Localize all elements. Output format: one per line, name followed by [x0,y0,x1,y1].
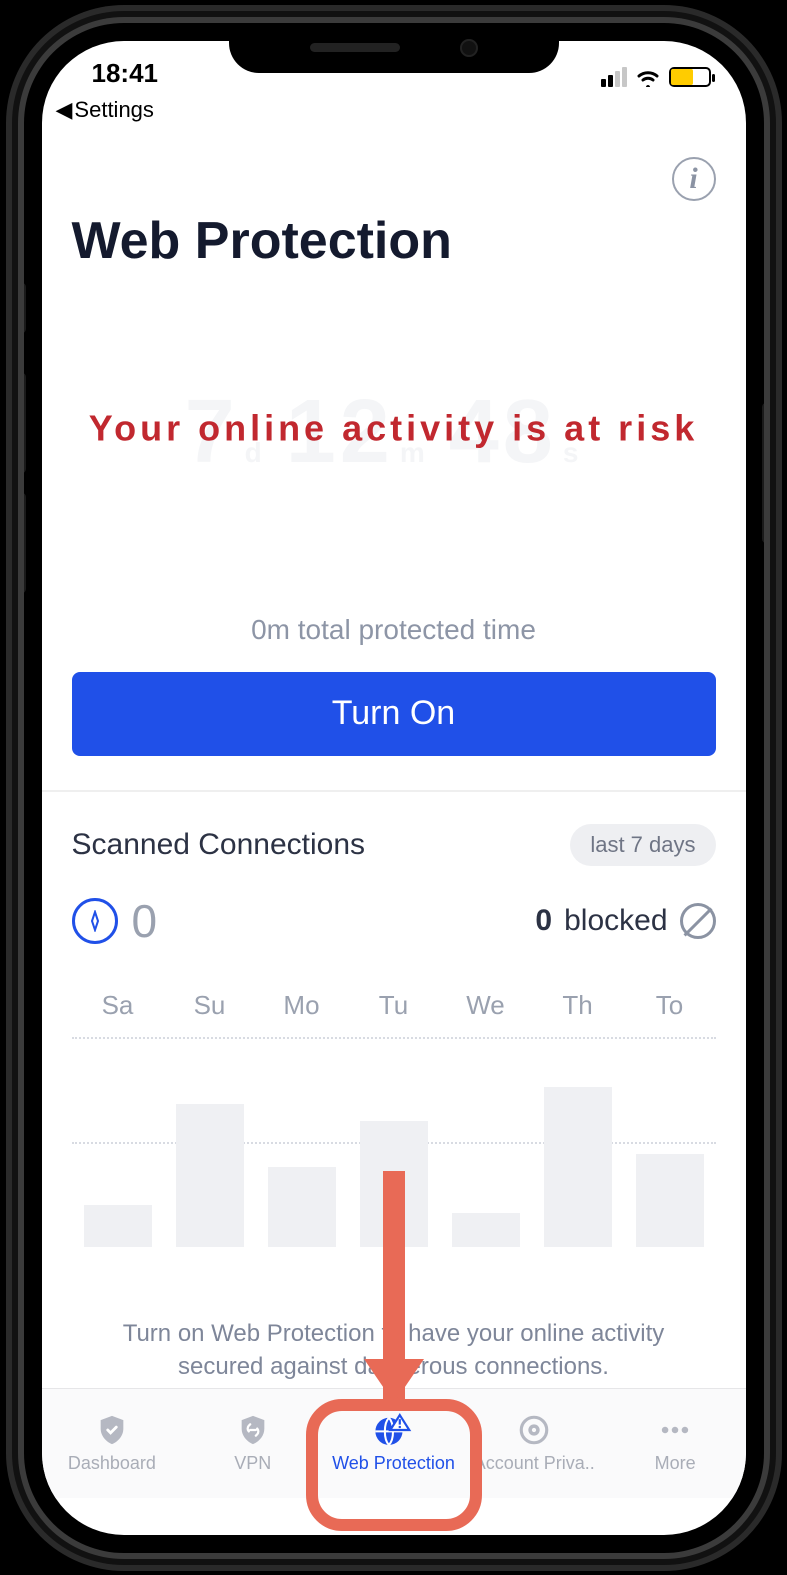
chart-bar [360,1121,428,1247]
battery-icon [669,67,711,87]
chart-day-label: We [440,990,532,1021]
back-label: Settings [74,97,154,123]
chart-bar [268,1167,336,1247]
compass-icon [72,898,118,944]
more-icon [658,1413,692,1447]
background-clock: 7d12m48s Your online activity is at risk [42,381,746,484]
front-camera [460,39,478,57]
scanned-chart: SaSuMoTuWeThTo [42,954,746,1247]
privacy-icon [517,1413,551,1447]
volume-down-button[interactable] [24,493,26,593]
chart-day-label: Mo [256,990,348,1021]
chart-day-label: To [624,990,716,1021]
tab-account-privacy[interactable]: Account Priva.. [464,1389,605,1498]
turn-on-label: Turn On [332,694,455,733]
blocked-counter: 0 blocked [535,903,715,939]
blocked-count: 0 [535,904,552,938]
page-title: Web Protection [42,201,746,271]
power-button[interactable] [762,403,764,543]
blocked-label: blocked [564,904,667,938]
chart-bar [452,1213,520,1247]
mute-switch[interactable] [24,283,26,333]
link-shield-icon [236,1413,270,1447]
device-notch [229,23,559,73]
protected-time-text: 0m total protected time [42,614,746,646]
tab-more[interactable]: More [605,1389,746,1498]
tab-vpn[interactable]: VPN [182,1389,323,1498]
tab-label: Web Protection [332,1453,455,1474]
speaker-grille [310,43,400,52]
chart-day-label: Su [164,990,256,1021]
screen: 18:41 ◀ Settings [42,41,746,1535]
tab-label: Account Priva.. [474,1453,595,1474]
chevron-left-icon: ◀ [56,97,73,123]
tab-dashboard[interactable]: Dashboard [42,1389,183,1498]
chart-day-label: Th [532,990,624,1021]
blocked-icon [680,903,716,939]
tab-label: Dashboard [68,1453,156,1474]
chart-bar [84,1205,152,1247]
scanned-total-count: 0 [132,894,158,948]
tab-web-protection[interactable]: Web Protection [323,1389,464,1498]
chart-bar [544,1087,612,1247]
bottom-hint-text: Turn on Web Protection to have your onli… [42,1247,746,1388]
tab-label: VPN [234,1453,271,1474]
scanned-connections-title: Scanned Connections [72,828,571,862]
shield-check-icon [95,1413,129,1447]
turn-on-button[interactable]: Turn On [72,672,716,756]
cellular-signal-icon [601,67,627,87]
chart-bar [176,1104,244,1247]
tab-label: More [655,1453,696,1474]
date-range-pill[interactable]: last 7 days [570,824,715,866]
back-to-settings-button[interactable]: ◀ Settings [42,91,746,123]
globe-alert-icon [374,1413,412,1447]
wifi-icon [635,67,661,87]
chart-bar [636,1154,704,1246]
tab-bar: Dashboard VPN [42,1388,746,1498]
volume-up-button[interactable] [24,373,26,473]
status-time: 18:41 [92,58,159,88]
risk-warning-text: Your online activity is at risk [42,408,746,450]
chart-day-label: Sa [72,990,164,1021]
phone-frame: 18:41 ◀ Settings [24,23,764,1553]
info-button[interactable]: i [672,157,716,201]
chart-day-label: Tu [348,990,440,1021]
info-icon: i [689,162,697,196]
